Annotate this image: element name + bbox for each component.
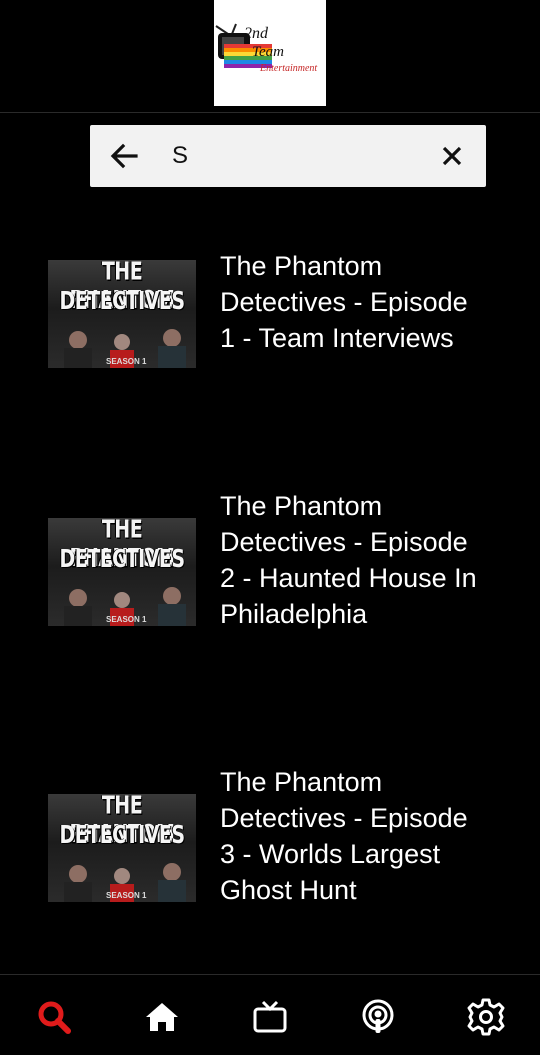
thumbnail-season-label: SEASON 1 xyxy=(106,357,147,366)
gear-icon xyxy=(467,998,505,1036)
search-bar xyxy=(90,125,486,187)
tv-logo-graphic: 2nd Team Entertainment xyxy=(215,23,317,74)
result-title[interactable]: The Phantom Detectives - Episode 1 - Tea… xyxy=(220,248,480,356)
nav-search-button[interactable] xyxy=(34,997,74,1037)
result-title[interactable]: The Phantom Detectives - Episode 3 - Wor… xyxy=(220,764,480,908)
thumbnail-season-label: SEASON 1 xyxy=(106,615,147,624)
brand-logo[interactable]: 2nd Team Entertainment xyxy=(214,0,326,106)
logo-text-2nd: 2nd xyxy=(244,25,269,42)
nav-tv-button[interactable] xyxy=(250,997,290,1037)
video-thumbnail[interactable]: THE PHANTOM DETECTIVES SEASON 1 xyxy=(48,518,196,626)
app-header: 2nd Team Entertainment xyxy=(0,0,540,113)
thumbnail-title-line-2: DETECTIVES xyxy=(59,820,185,850)
search-input[interactable] xyxy=(172,139,422,173)
thumbnail-title-line-2: DETECTIVES xyxy=(59,286,185,316)
video-thumbnail[interactable]: THE PHANTOM DETECTIVES SEASON 1 xyxy=(48,260,196,368)
nav-home-button[interactable] xyxy=(142,997,182,1037)
clear-icon[interactable] xyxy=(438,142,466,170)
podcast-icon xyxy=(362,999,394,1033)
tv-icon xyxy=(253,1000,287,1033)
list-item[interactable]: THE PHANTOM DETECTIVES SEASON 1 The Phan… xyxy=(0,460,540,660)
home-icon xyxy=(146,1003,178,1031)
search-icon xyxy=(38,1001,71,1034)
thumbnail-season-label: SEASON 1 xyxy=(106,891,147,900)
nav-settings-button[interactable] xyxy=(466,997,506,1037)
thumbnail-title-line-2: DETECTIVES xyxy=(59,544,185,574)
list-item[interactable]: THE PHANTOM DETECTIVES SEASON 1 The Phan… xyxy=(0,220,540,420)
bottom-navigation xyxy=(0,974,540,1055)
logo-text-entertainment: Entertainment xyxy=(259,63,317,74)
nav-podcast-button[interactable] xyxy=(358,997,398,1037)
logo-text-team: Team xyxy=(252,44,284,60)
list-item[interactable]: THE PHANTOM DETECTIVES SEASON 1 The Phan… xyxy=(0,736,540,936)
video-thumbnail[interactable]: THE PHANTOM DETECTIVES SEASON 1 xyxy=(48,794,196,902)
back-arrow-icon[interactable] xyxy=(108,140,140,172)
result-title[interactable]: The Phantom Detectives - Episode 2 - Hau… xyxy=(220,488,480,632)
